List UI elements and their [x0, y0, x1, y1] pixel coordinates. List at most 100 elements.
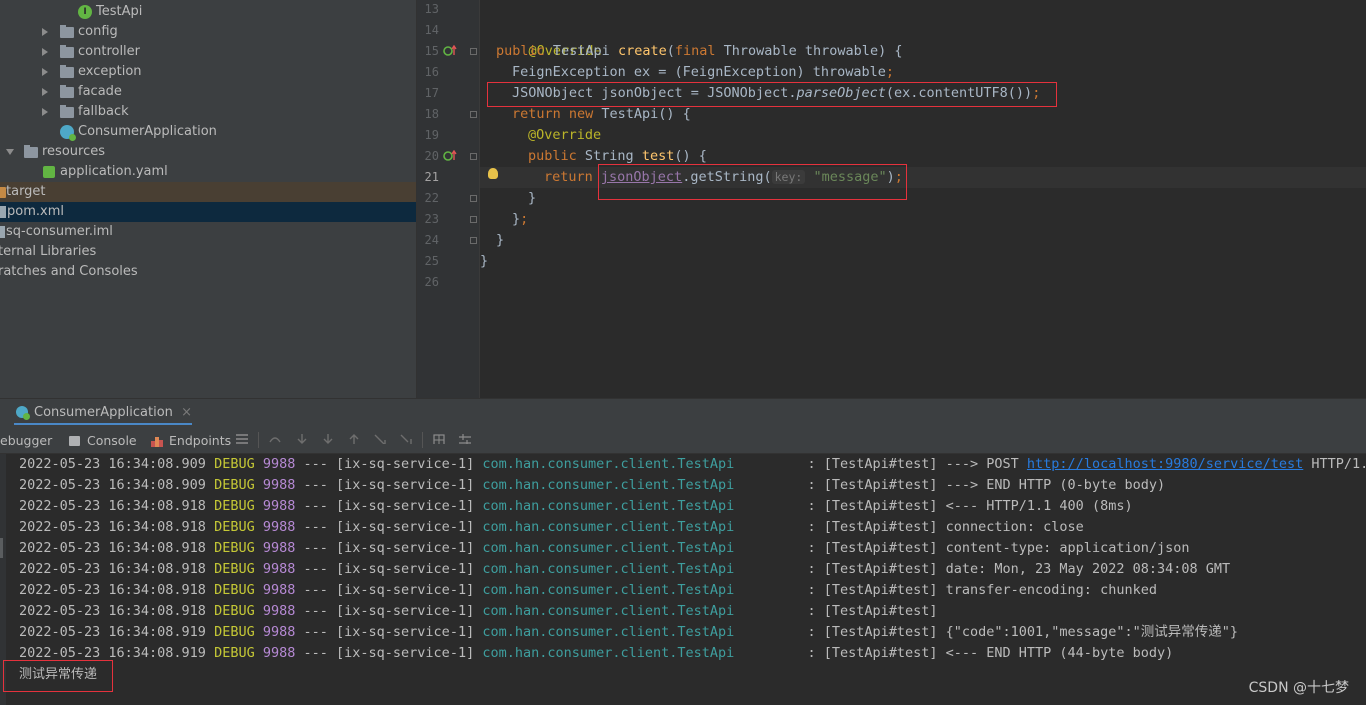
folder-icon	[60, 25, 74, 38]
log-timestamp: 2022-05-23 16:34:08.909	[19, 477, 206, 493]
chevron-right-icon[interactable]	[42, 108, 48, 116]
tab-label: Endpoints	[169, 433, 232, 448]
log-level: DEBUG	[214, 624, 255, 640]
tree-item-consumer-application[interactable]: ConsumerApplication	[0, 122, 416, 142]
tree-item-iml[interactable]: sq-consumer.iml	[0, 222, 416, 242]
log-level: DEBUG	[214, 561, 255, 577]
editor-gutter[interactable]: 13 14 15 16 17 18 19 20 21 22 23 24 25 2…	[417, 0, 480, 398]
implements-method-icon[interactable]	[443, 45, 457, 57]
log-level: DEBUG	[214, 498, 255, 514]
line-number: 13	[424, 2, 439, 16]
log-pid: 9988	[262, 519, 296, 535]
run-to-cursor-icon[interactable]	[400, 434, 412, 444]
log-line: 2022-05-23 16:34:08.918 DEBUG 9988 --- […	[19, 538, 1189, 559]
chevron-down-icon[interactable]	[6, 149, 14, 155]
log-message: : [TestApi#test] ---> POST	[807, 456, 1027, 472]
log-thread: --- [ix-sq-service-1]	[303, 477, 475, 493]
log-pid: 9988	[262, 645, 296, 661]
tree-item-controller[interactable]: controller	[0, 42, 416, 62]
step-into-icon[interactable]	[322, 434, 334, 444]
log-line: 2022-05-23 16:34:08.918 DEBUG 9988 --- […	[19, 559, 1230, 580]
run-tab-consumer-application[interactable]: ConsumerApplication ×	[14, 403, 192, 425]
line-number: 19	[424, 128, 439, 142]
tree-item-facade[interactable]: facade	[0, 82, 416, 102]
evaluate-expression-icon[interactable]	[433, 434, 445, 444]
log-pid: 9988	[262, 582, 296, 598]
tree-item-label: config	[78, 24, 118, 39]
chevron-right-icon[interactable]	[42, 48, 48, 56]
folder-icon	[60, 65, 74, 78]
keyword: public	[496, 43, 553, 59]
tree-item-exception[interactable]: exception	[0, 62, 416, 82]
toolbar-divider	[422, 432, 423, 448]
tab-debugger[interactable]: ebugger	[0, 431, 52, 451]
watermark: CSDN @十七梦	[1248, 680, 1349, 696]
fold-marker-icon[interactable]	[470, 195, 477, 202]
semicolon: ;	[885, 64, 895, 80]
keyword: return new	[512, 106, 602, 122]
step-over-icon[interactable]	[296, 434, 308, 444]
chevron-right-icon[interactable]	[42, 28, 48, 36]
drop-frame-icon[interactable]	[374, 434, 386, 444]
chevron-right-icon[interactable]	[42, 68, 48, 76]
close-icon[interactable]: ×	[181, 405, 192, 420]
tree-item-config[interactable]: config	[0, 22, 416, 42]
line-number: 25	[424, 254, 439, 268]
log-thread: --- [ix-sq-service-1]	[303, 645, 475, 661]
log-pid: 9988	[262, 561, 296, 577]
tree-item-resources[interactable]: resources	[0, 142, 416, 162]
tree-item-application-yaml[interactable]: application.yaml	[0, 162, 416, 182]
code-line-18: return new TestApi() {	[480, 104, 1366, 125]
implements-method-icon[interactable]	[443, 150, 457, 162]
tree-item-pom-xml[interactable]: pom.xml	[0, 202, 416, 222]
code-line-16: FeignException ex = (FeignException) thr…	[480, 62, 1366, 83]
tree-item-label: application.yaml	[60, 164, 168, 179]
log-message: : [TestApi#test] <--- HTTP/1.1 400 (8ms)	[807, 498, 1133, 514]
code-editor[interactable]: 13 14 15 16 17 18 19 20 21 22 23 24 25 2…	[417, 0, 1366, 398]
log-timestamp: 2022-05-23 16:34:08.919	[19, 645, 206, 661]
log-level: DEBUG	[214, 582, 255, 598]
fold-marker-icon[interactable]	[470, 237, 477, 244]
module-file-icon	[0, 226, 5, 238]
tab-console[interactable]: Console	[69, 431, 137, 451]
code-text: String	[584, 148, 642, 164]
console-icon	[69, 436, 80, 446]
step-out-icon[interactable]	[348, 434, 360, 444]
tree-item-label: ratches and Consoles	[0, 264, 138, 279]
log-logger: com.han.consumer.client.TestApi	[482, 645, 735, 661]
log-logger: com.han.consumer.client.TestApi	[482, 477, 735, 493]
tree-item-target[interactable]: target	[0, 182, 416, 202]
tab-label: Console	[87, 433, 137, 448]
annotation: @Override	[528, 127, 602, 143]
chevron-right-icon[interactable]	[42, 88, 48, 96]
interface-icon: I	[78, 5, 92, 19]
fold-marker-icon[interactable]	[470, 216, 477, 223]
code-text: }	[480, 253, 489, 269]
log-thread: --- [ix-sq-service-1]	[303, 603, 475, 619]
highlight-box-output	[3, 660, 113, 692]
menu-icon[interactable]	[236, 434, 248, 444]
log-message: : [TestApi#test]	[807, 603, 938, 619]
fold-marker-icon[interactable]	[470, 153, 477, 160]
log-line: 2022-05-23 16:34:08.909 DEBUG 9988 --- […	[19, 475, 1165, 496]
maven-file-icon	[0, 206, 6, 218]
method-name: create	[617, 43, 667, 59]
tree-item-fallback[interactable]: fallback	[0, 102, 416, 122]
tree-item-scratches[interactable]: ratches and Consoles	[0, 262, 416, 282]
log-line: 2022-05-23 16:34:08.918 DEBUG 9988 --- […	[19, 496, 1133, 517]
trace-current-stream-icon[interactable]	[459, 434, 471, 444]
log-line: 2022-05-23 16:34:08.909 DEBUG 9988 --- […	[19, 454, 1366, 475]
fold-marker-icon[interactable]	[470, 48, 477, 55]
code-text: FeignException ex = (FeignException) thr…	[512, 64, 886, 80]
show-execution-point-icon[interactable]	[269, 434, 281, 444]
console-output[interactable]: 2022-05-23 16:34:08.909 DEBUG 9988 --- […	[0, 454, 1366, 705]
toolbar-divider	[258, 432, 259, 448]
fold-marker-icon[interactable]	[470, 111, 477, 118]
tree-item-testapi[interactable]: I TestApi	[0, 2, 416, 22]
log-link[interactable]: http://localhost:9980/service/test	[1027, 456, 1303, 472]
tree-item-external-libraries[interactable]: ternal Libraries	[0, 242, 416, 262]
line-number: 18	[424, 107, 439, 121]
tab-endpoints[interactable]: Endpoints	[150, 431, 231, 451]
log-pid: 9988	[262, 477, 296, 493]
tree-item-label: TestApi	[96, 4, 143, 19]
